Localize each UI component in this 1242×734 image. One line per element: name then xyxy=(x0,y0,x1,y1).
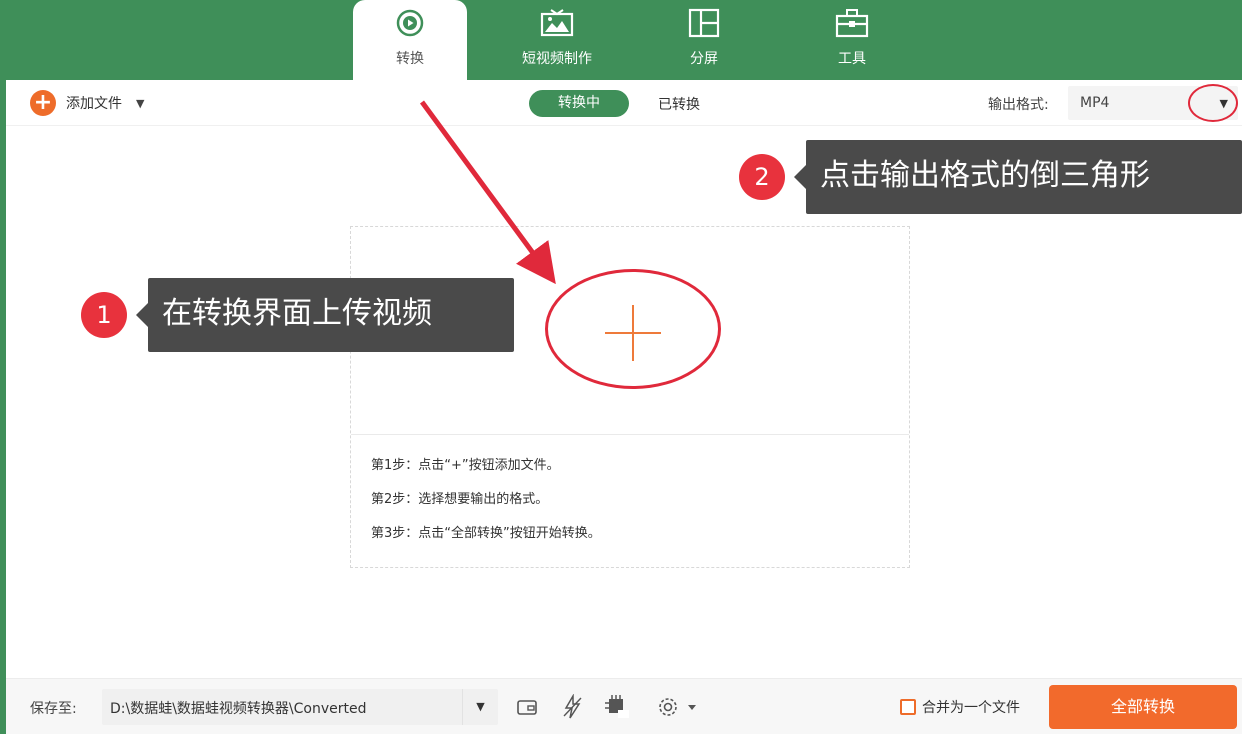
folder-icon[interactable] xyxy=(514,693,540,721)
merge-label: 合并为一个文件 xyxy=(922,700,1020,716)
annotation-callout-1: 在转换界面上传视频 xyxy=(136,278,514,352)
convert-all-button[interactable]: 全部转换 xyxy=(1049,685,1237,729)
highlight-ring-plus xyxy=(545,269,721,389)
add-file-button[interactable]: + 添加文件 ▼ xyxy=(30,90,144,116)
tab-short-video-label: 短视频制作 xyxy=(522,51,592,67)
step-3: 第3步：点击“全部转换”按钮开始转换。 xyxy=(371,526,601,541)
settings-gear-icon[interactable] xyxy=(656,693,700,721)
footer-bar: 保存至: D:\数据蛙\数据蛙视频转换器\Converted ▼ 合并为一个文件… xyxy=(6,678,1242,734)
tab-tools[interactable]: 工具 xyxy=(796,0,908,80)
tab-convert-label: 转换 xyxy=(396,51,424,67)
tab-split-screen-label: 分屏 xyxy=(690,51,718,67)
convert-icon xyxy=(393,6,427,40)
toolbar: + 添加文件 ▼ 转换中 已转换 输出格式: MP4 ▼ xyxy=(6,80,1242,126)
save-to-label: 保存至: xyxy=(30,701,77,717)
tab-tools-label: 工具 xyxy=(838,51,866,67)
merge-checkbox[interactable] xyxy=(900,699,916,715)
top-nav: 转换 短视频制作 分屏 工具 xyxy=(0,0,1242,80)
tab-short-video[interactable]: 短视频制作 xyxy=(492,0,622,80)
output-path-field[interactable]: D:\数据蛙\数据蛙视频转换器\Converted ▼ xyxy=(102,689,498,725)
chevron-down-icon[interactable]: ▼ xyxy=(462,689,498,725)
hardware-acceleration-off-icon[interactable] xyxy=(560,693,586,721)
image-tv-icon xyxy=(540,6,574,40)
annotation-badge-2: 2 xyxy=(739,154,785,200)
tab-convert[interactable]: 转换 xyxy=(353,0,467,80)
output-format-value: MP4 xyxy=(1080,95,1110,111)
step-2: 第2步：选择想要输出的格式。 xyxy=(371,492,549,507)
annotation-callout-2: 点击输出格式的倒三角形 xyxy=(794,140,1242,214)
tab-split-screen[interactable]: 分屏 xyxy=(648,0,760,80)
annotation-badge-1: 1 xyxy=(81,292,127,338)
toolbox-icon xyxy=(835,6,869,40)
output-format-label: 输出格式: xyxy=(988,97,1049,113)
add-icon: + xyxy=(30,90,56,116)
instructions: 第1步：点击“+”按钮添加文件。 第2步：选择想要输出的格式。 第3步：点击“全… xyxy=(371,457,601,559)
merge-files-option[interactable]: 合并为一个文件 xyxy=(900,697,1020,717)
step-1: 第1步：点击“+”按钮添加文件。 xyxy=(371,458,560,473)
highlight-ring-format xyxy=(1188,84,1238,122)
main-window: + 添加文件 ▼ 转换中 已转换 输出格式: MP4 ▼ 第1步：点击“+”按钮… xyxy=(6,80,1242,734)
output-path: D:\数据蛙\数据蛙视频转换器\Converted xyxy=(110,701,367,717)
gpu-on-icon[interactable] xyxy=(604,693,630,721)
add-file-label: 添加文件 xyxy=(66,96,122,112)
chevron-down-icon[interactable]: ▼ xyxy=(136,97,144,110)
split-screen-icon xyxy=(688,6,720,40)
tab-converting[interactable]: 转换中 xyxy=(529,90,629,117)
tab-converted[interactable]: 已转换 xyxy=(658,94,700,114)
